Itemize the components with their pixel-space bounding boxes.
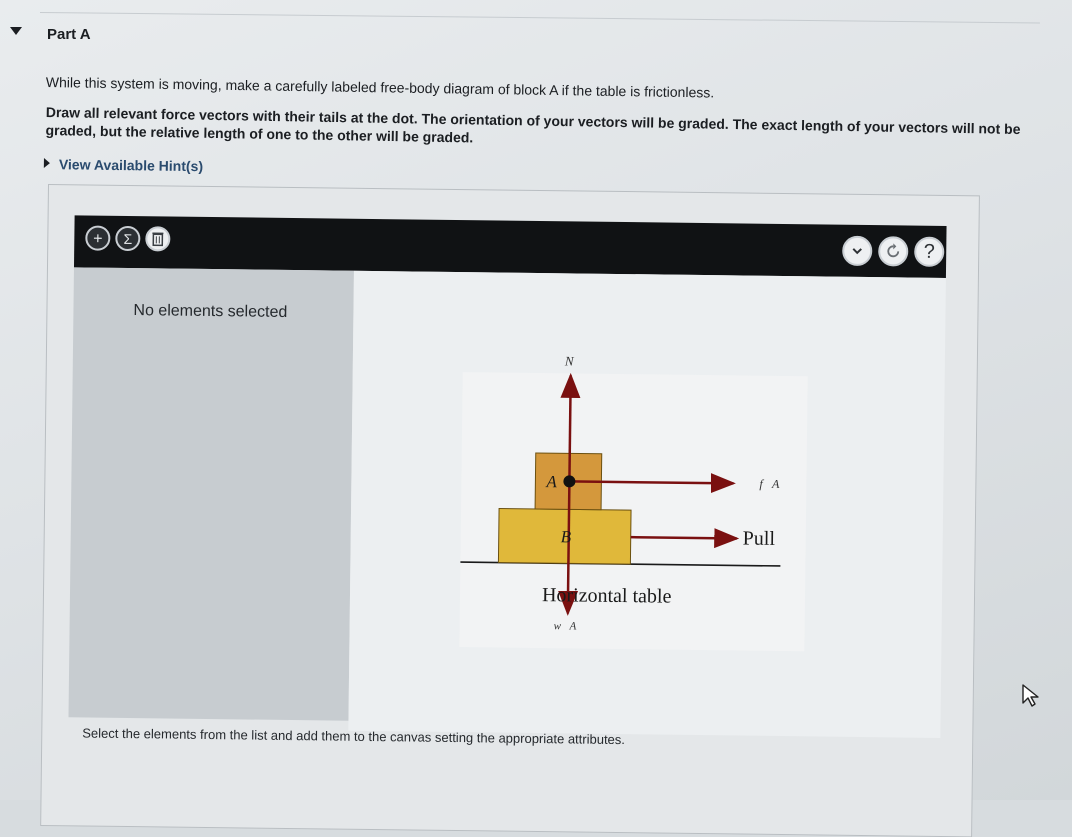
reset-glyph xyxy=(880,238,906,264)
drawing-canvas[interactable]: A B N⃗ f⃗A Pull Horizontal table w⃗A xyxy=(348,271,946,738)
reset-icon[interactable] xyxy=(878,236,908,266)
weight-force-label: w⃗A xyxy=(554,620,577,632)
help-button[interactable]: ? xyxy=(914,237,944,267)
expand-triangle-icon xyxy=(44,158,50,168)
normal-force-arrow xyxy=(569,375,570,481)
question-instructions: Draw all relevant force vectors with the… xyxy=(45,103,1060,157)
hint-label: View Available Hint(s) xyxy=(59,156,203,174)
free-body-figure: A B N⃗ f⃗A Pull Horizontal table w⃗A xyxy=(450,312,814,636)
mouse-pointer-icon xyxy=(1020,683,1044,709)
trash-glyph xyxy=(147,228,168,249)
vector-drawing-tool: + Σ ? xyxy=(40,184,980,837)
sigma-icon[interactable]: Σ xyxy=(115,226,140,251)
collapse-triangle-icon[interactable] xyxy=(10,27,22,35)
normal-force-label: N⃗ xyxy=(564,353,584,368)
friction-force-label: f⃗A xyxy=(759,477,780,491)
pull-label: Pull xyxy=(743,528,776,550)
view-hints-link[interactable]: View Available Hint(s) xyxy=(44,156,203,174)
chevron-down-icon[interactable] xyxy=(842,236,872,266)
trash-icon[interactable] xyxy=(145,226,170,251)
pull-force-arrow xyxy=(631,537,737,538)
divider xyxy=(40,12,1040,23)
block-a-label: A xyxy=(545,472,557,491)
element-list-panel: No elements selected xyxy=(68,267,353,720)
block-b-label: B xyxy=(561,527,572,546)
chevron-glyph xyxy=(844,238,870,264)
question-prompt: While this system is moving, make a care… xyxy=(46,74,715,100)
table-label: Horizontal table xyxy=(542,584,672,608)
page-background: Part A While this system is moving, make… xyxy=(0,0,1072,800)
no-selection-label: No elements selected xyxy=(133,302,287,322)
plus-icon[interactable]: + xyxy=(85,225,110,250)
part-title: Part A xyxy=(47,26,91,43)
